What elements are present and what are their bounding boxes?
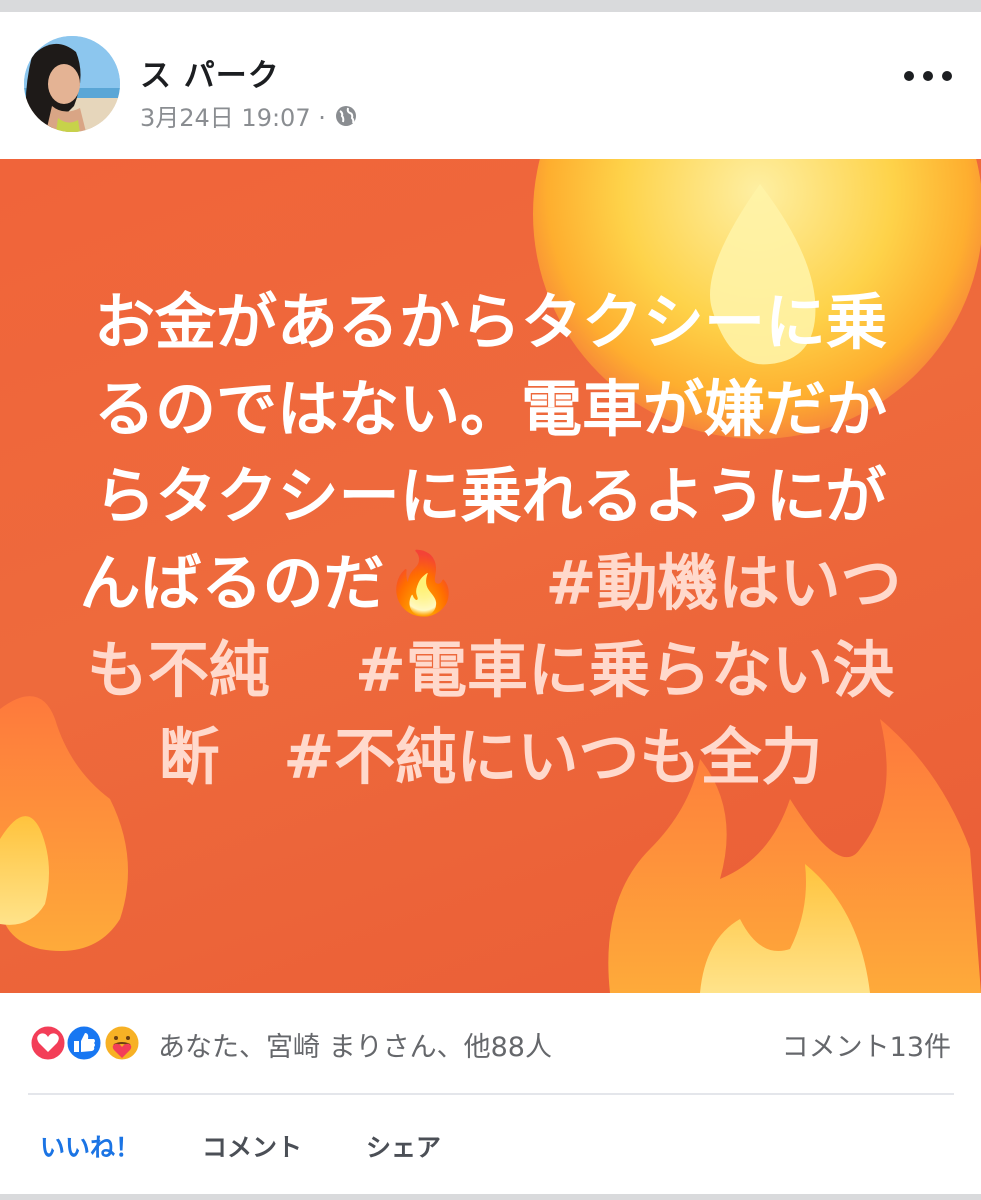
post-body: お金があるからタクシーに乗るのではない。電車が嫌だからタクシーに乗れるようにがん…: [70, 279, 911, 801]
love-icon: [28, 1023, 68, 1063]
avatar[interactable]: [24, 36, 120, 132]
author-name[interactable]: ス パーク: [140, 50, 280, 95]
action-bar: いいね！ コメント シェア: [0, 1112, 981, 1182]
post-timestamp[interactable]: 3月24日 19:07 ·: [140, 98, 326, 133]
hashtag-link[interactable]: #不純にいつも全力: [283, 722, 822, 793]
post-card: ス パーク 3月24日 19:07 · お金があるからタクシーに乗るのではない。…: [0, 12, 981, 1194]
post-background-card: お金があるからタクシーに乗るのではない。電車が嫌だからタクシーに乗れるようにがん…: [0, 159, 981, 993]
globe-icon: [335, 105, 356, 126]
reactions-summary[interactable]: あなた、宮崎 まりさん、他88人: [158, 1025, 552, 1064]
more-options-icon[interactable]: [904, 60, 952, 92]
care-icon: [102, 1023, 142, 1063]
post-header: ス パーク 3月24日 19:07 ·: [0, 12, 981, 159]
share-button[interactable]: シェア: [366, 1128, 441, 1164]
reactions-bar: あなた、宮崎 まりさん、他88人 コメント13件: [0, 993, 981, 1093]
reaction-icons[interactable]: [28, 1023, 144, 1063]
post-meta: 3月24日 19:07 ·: [140, 98, 358, 133]
like-icon: [64, 1023, 104, 1063]
comment-button[interactable]: コメント: [202, 1128, 302, 1164]
like-button[interactable]: いいね！: [40, 1128, 140, 1164]
divider: [28, 1093, 954, 1095]
comment-count[interactable]: コメント13件: [782, 1025, 951, 1064]
